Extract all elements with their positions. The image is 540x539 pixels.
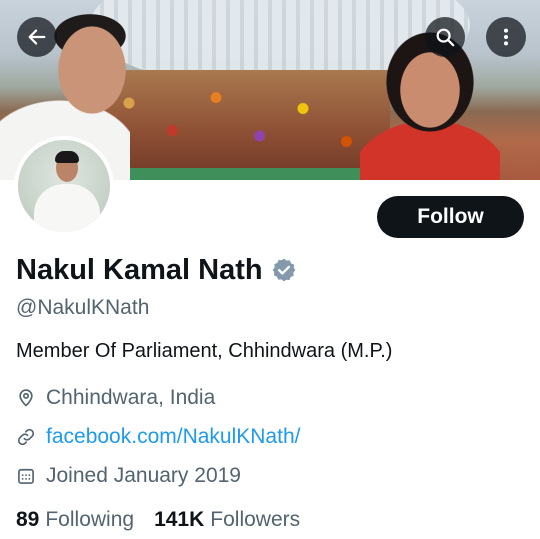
more-vertical-icon: [503, 28, 509, 46]
back-button[interactable]: [17, 17, 57, 57]
website-link[interactable]: facebook.com/NakulKNath/: [46, 425, 300, 449]
avatar[interactable]: [14, 136, 114, 236]
profile-joined: Joined January 2019: [16, 464, 241, 488]
calendar-icon: [18, 468, 34, 484]
location-text: Chhindwara, India: [46, 386, 216, 409]
banner-person-right: [360, 30, 500, 180]
search-button[interactable]: [425, 17, 465, 57]
banner-crowd: [100, 70, 390, 180]
profile-location: Chhindwara, India: [16, 386, 215, 410]
following-count[interactable]: 89: [16, 508, 39, 532]
follow-button[interactable]: Follow: [377, 196, 524, 238]
search-icon: [436, 28, 455, 47]
link-icon: [17, 428, 35, 446]
follow-stats: 89 Following 141K Followers: [16, 508, 320, 532]
banner-stage: [130, 168, 360, 180]
profile-website[interactable]: facebook.com/NakulKNath/: [16, 425, 300, 449]
profile-bio: Member Of Parliament, Chhindwara (M.P.): [16, 340, 393, 362]
profile-name: Nakul Kamal Nath: [16, 253, 263, 286]
followers-count[interactable]: 141K: [154, 508, 204, 532]
arrow-left-icon: [28, 29, 46, 45]
followers-label[interactable]: Followers: [210, 508, 300, 532]
profile-name-row: Nakul Kamal Nath: [16, 250, 297, 290]
verified-badge-icon[interactable]: [271, 257, 297, 283]
joined-text: Joined January 2019: [46, 464, 241, 487]
more-button[interactable]: [486, 17, 526, 57]
avatar-body: [34, 184, 100, 232]
location-pin-icon: [19, 389, 33, 407]
following-label[interactable]: Following: [45, 508, 134, 532]
avatar-hair: [55, 151, 79, 163]
profile-handle: @NakulKNath: [16, 296, 150, 319]
